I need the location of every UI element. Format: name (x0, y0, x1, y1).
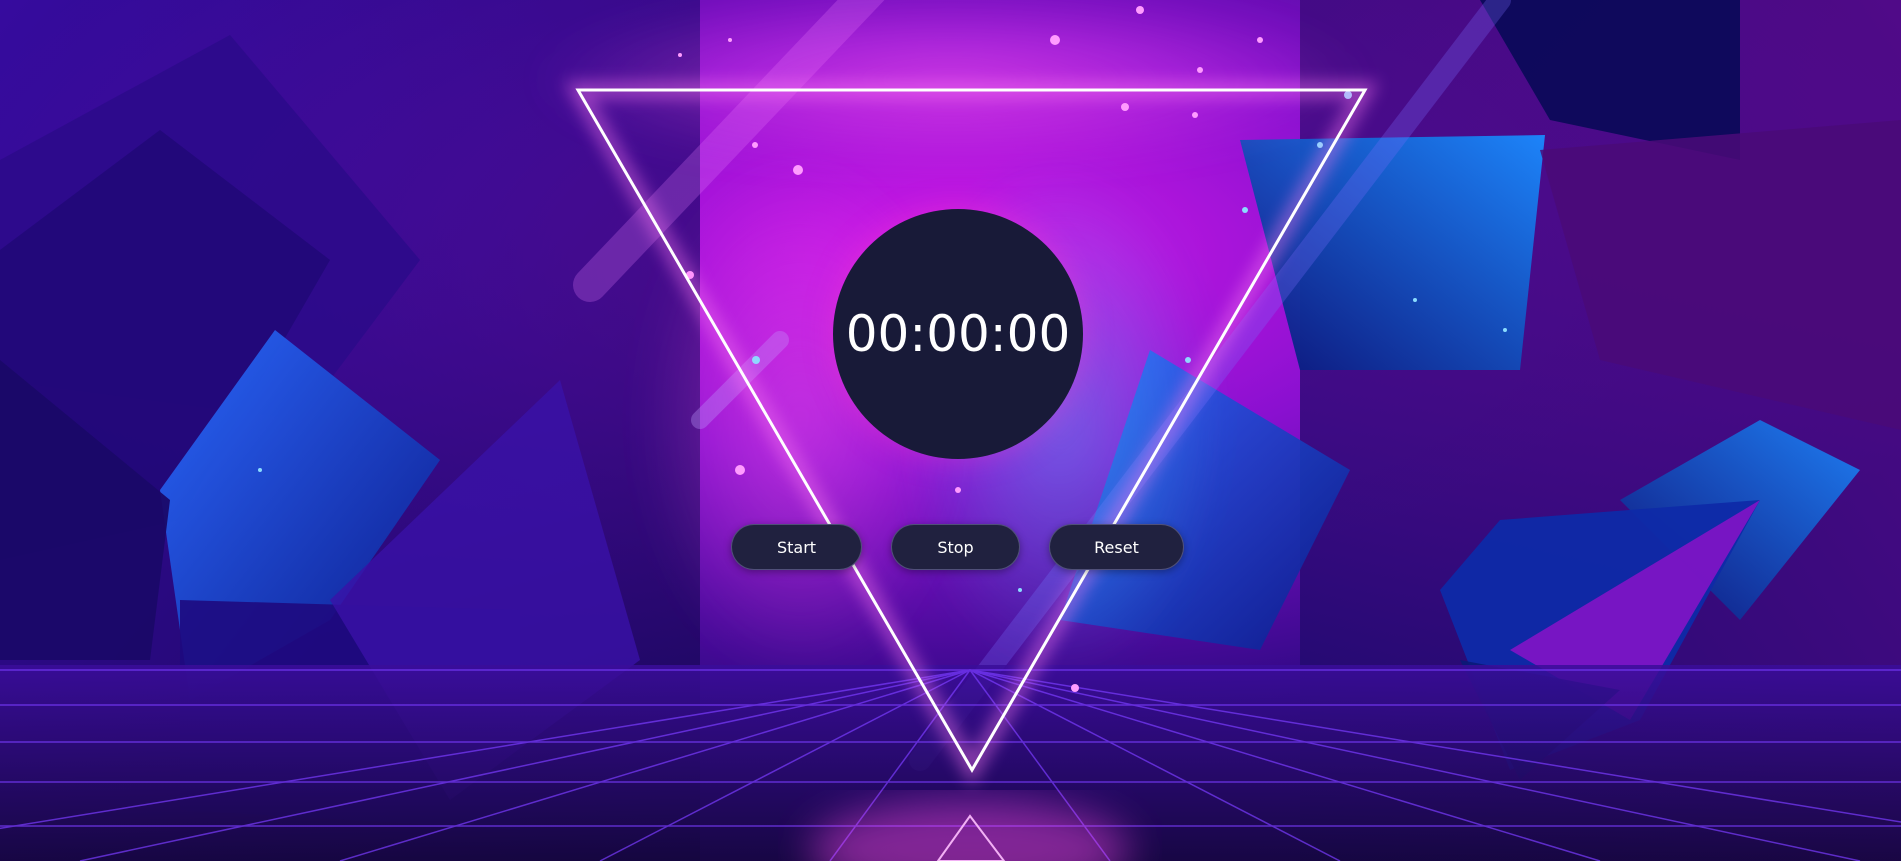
stop-button[interactable]: Stop (891, 524, 1020, 570)
stopwatch-page: 00:00:00 Start Stop Reset (0, 0, 1901, 861)
start-button[interactable]: Start (731, 524, 862, 570)
timer-display: 00:00:00 (845, 305, 1071, 363)
timer-circle: 00:00:00 (833, 209, 1083, 459)
reset-button[interactable]: Reset (1049, 524, 1184, 570)
